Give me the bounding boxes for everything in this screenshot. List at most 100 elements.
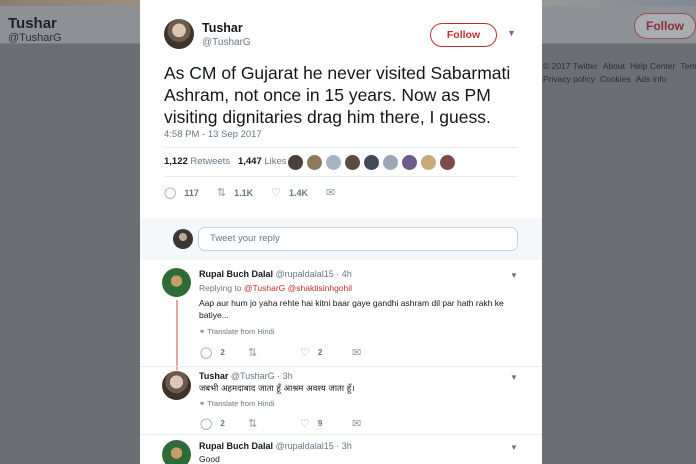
reply-time[interactable]: · 3h <box>277 371 293 381</box>
reply-handle[interactable]: @rupaldalal15 <box>276 441 334 451</box>
liker-avatar[interactable] <box>307 155 322 170</box>
reply-icon: ◯ <box>200 347 213 359</box>
tweet-actions: ◯ 117 ⇅ 1.1K ♡ 1.4K ✉ <box>164 186 335 199</box>
like-count: 2 <box>317 348 323 357</box>
message-action[interactable]: ✉ <box>352 346 361 359</box>
reply-avatar[interactable] <box>162 371 191 400</box>
liker-avatar[interactable] <box>421 155 436 170</box>
retweets-count[interactable]: 1,122 <box>164 156 188 167</box>
message-action[interactable]: ✉ <box>352 417 361 430</box>
replying-prefix: Replying to <box>199 283 242 293</box>
chevron-down-icon[interactable]: ▼ <box>510 271 518 280</box>
heart-icon: ♡ <box>300 418 310 430</box>
tweet-timestamp[interactable]: 4:58 PM - 13 Sep 2017 <box>164 129 262 140</box>
footer-links: © 2017 Twitter About Help Center Terms Priv… <box>543 60 696 86</box>
follow-button[interactable]: Follow <box>430 23 497 47</box>
translate-link[interactable]: ⚭ Translate from Hindi <box>199 399 275 408</box>
replying-to: Replying to @TusharG @shaktisinhgohil <box>199 283 352 293</box>
reply-count: 2 <box>220 348 225 357</box>
background-profile-handle: @TusharG <box>8 32 62 44</box>
footer-link-about[interactable]: About <box>603 61 625 71</box>
author-avatar[interactable] <box>164 19 194 49</box>
divider <box>164 147 518 148</box>
reply-name[interactable]: Rupal Buch Dalal <box>199 441 273 451</box>
retweet-action[interactable]: ⇅ 1.1K <box>217 186 253 199</box>
author-name[interactable]: Tushar <box>202 21 243 35</box>
translate-link[interactable]: ⚭ Translate from Hindi <box>199 327 275 336</box>
reply-input[interactable]: Tweet your reply <box>198 227 518 251</box>
footer-copyright: © 2017 Twitter <box>543 61 598 71</box>
reply-count: 2 <box>220 419 225 428</box>
envelope-icon: ✉ <box>325 187 336 199</box>
reply-handle[interactable]: @TusharG <box>231 371 275 381</box>
reply-handle[interactable]: @rupaldalal15 <box>276 269 334 279</box>
reply-action[interactable]: ◯ 117 <box>164 186 199 199</box>
retweet-icon: ⇅ <box>216 187 227 199</box>
tweet-stats: 1,122 Retweets 1,447 Likes <box>164 156 287 167</box>
reply-author[interactable]: Rupal Buch Dalal @rupaldalal15 · 4h <box>199 269 352 279</box>
translate-label[interactable]: Translate from Hindi <box>207 327 274 336</box>
reply-action[interactable]: ◯ 2 <box>200 417 248 430</box>
retweet-action[interactable]: ⇅ <box>248 346 300 359</box>
message-action[interactable]: ✉ <box>326 186 335 199</box>
liker-avatars <box>288 155 455 170</box>
retweet-icon: ⇅ <box>248 418 258 430</box>
thread-line <box>176 300 178 370</box>
like-count: 9 <box>317 419 323 428</box>
author-handle[interactable]: @TusharG <box>202 37 251 48</box>
footer-link-ads[interactable]: Ads info <box>636 74 667 84</box>
liker-avatar[interactable] <box>383 155 398 170</box>
chevron-down-icon[interactable]: ▼ <box>507 28 516 38</box>
chevron-down-icon[interactable]: ▼ <box>510 443 518 452</box>
like-action[interactable]: ♡ 9 <box>300 417 352 430</box>
reply-actions: ◯ 2 ⇅ ♡ 9 ✉ <box>200 417 361 430</box>
heart-icon: ♡ <box>300 347 310 359</box>
reply-icon: ◯ <box>164 187 177 199</box>
reply-actions: ◯ 2 ⇅ ♡ 2 ✉ <box>200 346 361 359</box>
retweet-action[interactable]: ⇅ <box>248 417 300 430</box>
liker-avatar[interactable] <box>440 155 455 170</box>
divider <box>140 366 542 367</box>
reply-count: 117 <box>184 187 199 198</box>
like-action[interactable]: ♡ 2 <box>300 346 352 359</box>
background-follow-button[interactable]: Follow <box>634 13 696 39</box>
divider <box>164 176 518 177</box>
reply-time[interactable]: · 4h <box>336 269 352 279</box>
globe-icon: ⚭ <box>199 399 206 408</box>
reply-author[interactable]: Tushar @TusharG · 3h <box>199 371 293 381</box>
retweets-label[interactable]: Retweets <box>190 156 230 167</box>
reply-time[interactable]: · 3h <box>336 441 352 451</box>
footer-link-privacy[interactable]: Privacy policy <box>543 74 595 84</box>
liker-avatar[interactable] <box>288 155 303 170</box>
footer-link-cookies[interactable]: Cookies <box>600 74 631 84</box>
background-profile-name: Tushar <box>8 15 57 32</box>
footer-link-terms[interactable]: Terms <box>680 61 696 71</box>
reply-action[interactable]: ◯ 2 <box>200 346 248 359</box>
envelope-icon: ✉ <box>352 347 362 359</box>
tweet-modal: Tushar @TusharG Follow ▼ As CM of Gujara… <box>140 0 542 464</box>
like-action[interactable]: ♡ 1.4K <box>271 186 308 199</box>
reply-name[interactable]: Rupal Buch Dalal <box>199 269 273 279</box>
reply-author[interactable]: Rupal Buch Dalal @rupaldalal15 · 3h <box>199 441 352 451</box>
chevron-down-icon[interactable]: ▼ <box>510 373 518 382</box>
replying-to-handles[interactable]: @TusharG @shaktisinhgohil <box>244 283 352 293</box>
reply-composer: Tweet your reply <box>140 218 542 260</box>
reply-text: जबभी अहमदाबाद जाता हूँ आश्रम अवश्य जाता … <box>199 384 355 394</box>
likes-label[interactable]: Likes <box>264 156 286 167</box>
liker-avatar[interactable] <box>345 155 360 170</box>
tweet-text: As CM of Gujarat he never visited Sabarm… <box>164 63 511 127</box>
reply-name[interactable]: Tushar <box>199 371 228 381</box>
footer-link-help[interactable]: Help Center <box>630 61 675 71</box>
reply-avatar[interactable] <box>162 268 191 297</box>
liker-avatar[interactable] <box>402 155 417 170</box>
current-user-avatar <box>173 229 193 249</box>
liker-avatar[interactable] <box>326 155 341 170</box>
likes-count[interactable]: 1,447 <box>238 156 262 167</box>
translate-label[interactable]: Translate from Hindi <box>207 399 274 408</box>
retweet-count: 1.1K <box>234 187 254 198</box>
heart-icon: ♡ <box>271 187 281 199</box>
reply-text: Aap aur hum jo yaha rehte hai kitni baar… <box>199 298 504 320</box>
reply-icon: ◯ <box>200 418 213 430</box>
reply-avatar[interactable] <box>162 440 191 464</box>
liker-avatar[interactable] <box>364 155 379 170</box>
